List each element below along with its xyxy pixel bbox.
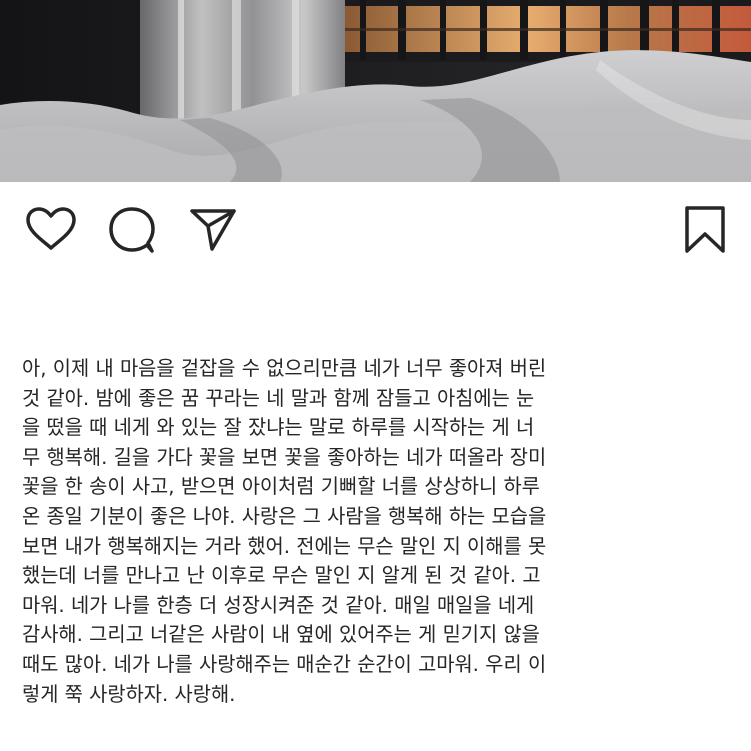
caption-line: 온 종일 기분이 좋은 나야. 사랑은 그 사람을 행복해 하는 모습을: [22, 504, 547, 528]
caption-line: 을 떴을 때 네게 와 있는 잘 잤냐는 말로 하루를 시작하는 게 너: [22, 416, 535, 440]
send-icon[interactable]: [188, 206, 238, 252]
caption-line: 마워. 네가 나를 한층 더 성장시켜준 것 같아. 매일 매일을 네게: [22, 593, 535, 617]
heart-icon[interactable]: [25, 206, 77, 252]
bookmark-icon[interactable]: [682, 204, 728, 256]
caption-line: 것 같아. 밤에 좋은 꿈 꾸라는 네 말과 함께 잠들고 아침에는 눈: [22, 386, 535, 410]
bedroom-window-photo: [0, 0, 751, 182]
caption-line: 무 행복해. 길을 가다 꽃을 보면 꽃을 좋아하는 네가 떠올라 장미: [22, 445, 547, 469]
post-caption: 아, 이제 내 마음을 겉잡을 수 없으리만큼 네가 너무 좋아져 버린 것 같…: [22, 354, 728, 709]
post-photo[interactable]: [0, 0, 751, 182]
caption-line: 했는데 너를 만나고 난 이후로 무슨 말인 지 알게 된 것 같아. 고: [22, 564, 541, 588]
caption-line: 때도 많아. 네가 나를 사랑해주는 매순간 순간이 고마워. 우리 이: [22, 652, 547, 676]
caption-line: 꽃을 한 송이 사고, 받으면 아이처럼 기뻐할 너를 상상하니 하루: [22, 475, 540, 499]
caption-line: 보면 내가 행복해지는 거라 했어. 전에는 무슨 말인 지 이해를 못: [22, 534, 547, 558]
caption-line: 렇게 쭉 사랑하자. 사랑해.: [22, 682, 236, 706]
caption-line: 감사해. 그리고 너같은 사람이 내 옆에 있어주는 게 믿기지 않을: [22, 623, 540, 647]
comment-icon[interactable]: [107, 206, 157, 254]
caption-line: 아, 이제 내 마음을 겉잡을 수 없으리만큼 네가 너무 좋아져 버린: [22, 357, 547, 380]
post-action-bar: [0, 182, 751, 278]
